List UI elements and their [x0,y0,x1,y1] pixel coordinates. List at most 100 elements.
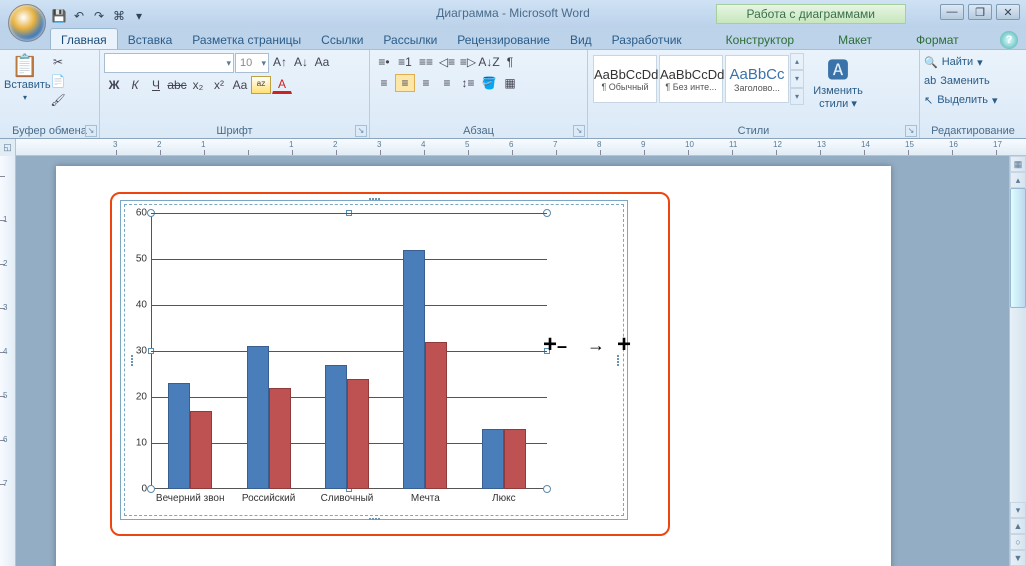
tab-pagelayout[interactable]: Разметка страницы [182,29,311,49]
style-nospacing[interactable]: AaBbCcDd ¶ Без инте... [659,55,723,103]
tab-developer[interactable]: Разработчик [602,29,692,49]
qat-custom[interactable]: ⌘ [110,7,128,25]
browse-prev[interactable]: ▲ [1010,518,1026,534]
find-button[interactable]: 🔍Найти ▾ [924,53,983,71]
justify-button[interactable]: ≡ [437,74,457,92]
bold-button[interactable]: Ж [104,76,124,94]
tab-references[interactable]: Ссылки [311,29,373,49]
borders-button[interactable]: ▦ [500,74,520,92]
format-painter-button[interactable]: 🖌 [48,91,68,109]
clear-format-button[interactable]: Aa [312,53,332,71]
tab-mailings[interactable]: Рассылки [373,29,447,49]
bar-series2-4[interactable] [504,429,526,489]
plot-handle-bl[interactable] [147,485,155,493]
scroll-up[interactable]: ▴ [1010,172,1026,188]
font-launcher[interactable]: ↘ [355,125,367,137]
paste-label: Вставить [4,79,51,91]
bar-series1-2[interactable] [325,365,347,489]
copy-button[interactable]: 📄 [48,72,68,90]
browse-next[interactable]: ▼ [1010,550,1026,566]
maximize-button[interactable]: ❐ [968,4,992,20]
horizontal-ruler[interactable]: ◱ 3211234567891011121314151617 [0,139,1026,156]
bar-series1-0[interactable] [168,383,190,489]
align-left-button[interactable]: ≡ [374,74,394,92]
clipboard-launcher[interactable]: ↘ [85,125,97,137]
change-case-button[interactable]: Aa [230,76,250,94]
multilevel-button[interactable]: ≡≡ [416,53,436,71]
group-clipboard: 📋 Вставить ▾ ✂ 📄 🖌 Буфер обмена↘ [0,50,100,138]
align-center-button[interactable]: ≡ [395,74,415,92]
shading-button[interactable]: 🪣 [479,74,499,92]
strike-button[interactable]: abc [167,76,187,94]
office-button[interactable] [8,4,46,42]
vertical-scrollbar[interactable]: ▦ ▴ ▾ ▲ ○ ▼ [1009,156,1026,566]
bullets-button[interactable]: ≡• [374,53,394,71]
line-spacing-button[interactable]: ↕≡ [458,74,478,92]
ribbon: 📋 Вставить ▾ ✂ 📄 🖌 Буфер обмена↘ 10 A↑ A… [0,49,1026,139]
indent-button[interactable]: ≡▷ [458,53,478,71]
style-normal[interactable]: AaBbCcDd ¶ Обычный [593,55,657,103]
tab-chart-format[interactable]: Формат [906,29,969,49]
style-heading1[interactable]: AaBbCc Заголово... [725,55,789,103]
change-styles-button[interactable]: 🅰 Изменить стили ▾ [806,53,870,110]
bar-series1-4[interactable] [482,429,504,489]
shrink-font-button[interactable]: A↓ [291,53,311,71]
minimize-button[interactable]: — [940,4,964,20]
tab-chart-design[interactable]: Конструктор [716,29,804,49]
chart-object[interactable]: 0102030405060Вечерний звонРоссийскийСлив… [120,200,628,520]
scroll-down[interactable]: ▾ [1010,502,1026,518]
group-title-editing: Редактирование [920,124,1026,138]
grow-font-button[interactable]: A↑ [270,53,290,71]
ruler-toggle[interactable]: ▦ [1010,156,1026,172]
bar-series2-1[interactable] [269,388,291,489]
styles-launcher[interactable]: ↘ [905,125,917,137]
qat-redo[interactable]: ↷ [90,7,108,25]
bar-series2-0[interactable] [190,411,212,489]
bar-series2-2[interactable] [347,379,369,489]
sort-button[interactable]: A↓Z [479,53,499,71]
show-marks-button[interactable]: ¶ [500,53,520,71]
styles-gallery[interactable]: AaBbCcDd ¶ Обычный AaBbCcDd ¶ Без инте..… [592,53,804,105]
tab-chart-layout[interactable]: Макет [828,29,882,49]
scroll-thumb[interactable] [1010,188,1026,308]
drag-indicator-left: +– [543,331,567,359]
close-button[interactable]: ✕ [996,4,1020,20]
font-family-combo[interactable] [104,53,234,73]
qat-save[interactable]: 💾 [50,7,68,25]
tab-review[interactable]: Рецензирование [447,29,560,49]
qat-undo[interactable]: ↶ [70,7,88,25]
tab-home[interactable]: Главная [50,28,118,49]
select-icon: ↖ [924,94,933,107]
font-size-combo[interactable]: 10 [235,53,269,73]
paste-button[interactable]: 📋 Вставить ▾ [4,53,46,103]
underline-button[interactable]: Ч [146,76,166,94]
outdent-button[interactable]: ◁≡ [437,53,457,71]
subscript-button[interactable]: x₂ [188,76,208,94]
help-button[interactable]: ? [1000,31,1018,49]
bar-series1-3[interactable] [403,250,425,489]
styles-scroll[interactable]: ▴▾▾ [790,53,804,105]
numbering-button[interactable]: ≡1 [395,53,415,71]
ruler-corner[interactable]: ◱ [0,139,16,156]
bar-series2-3[interactable] [425,342,447,489]
plot-handle-br[interactable] [543,485,551,493]
superscript-button[interactable]: x² [209,76,229,94]
select-button[interactable]: ↖Выделить ▾ [924,91,998,109]
vertical-ruler[interactable]: 1234567 [0,156,16,566]
replace-button[interactable]: abЗаменить [924,72,990,90]
paragraph-launcher[interactable]: ↘ [573,125,585,137]
tab-view[interactable]: Вид [560,29,602,49]
cut-button[interactable]: ✂ [48,53,68,71]
font-color-button[interactable]: A [272,76,292,94]
chart-tools-title: Работа с диаграммами [716,4,907,24]
browse-object[interactable]: ○ [1010,534,1026,550]
bar-series1-1[interactable] [247,346,269,489]
highlight-button[interactable]: ᵃᶻ [251,76,271,94]
category-label: Люкс [492,493,516,504]
qat-more[interactable]: ▾ [130,7,148,25]
italic-button[interactable]: К [125,76,145,94]
tab-insert[interactable]: Вставка [118,29,183,49]
align-right-button[interactable]: ≡ [416,74,436,92]
chart-plot-area[interactable]: 0102030405060Вечерний звонРоссийскийСлив… [151,213,547,489]
document-area[interactable]: 0102030405060Вечерний звонРоссийскийСлив… [16,156,1009,566]
